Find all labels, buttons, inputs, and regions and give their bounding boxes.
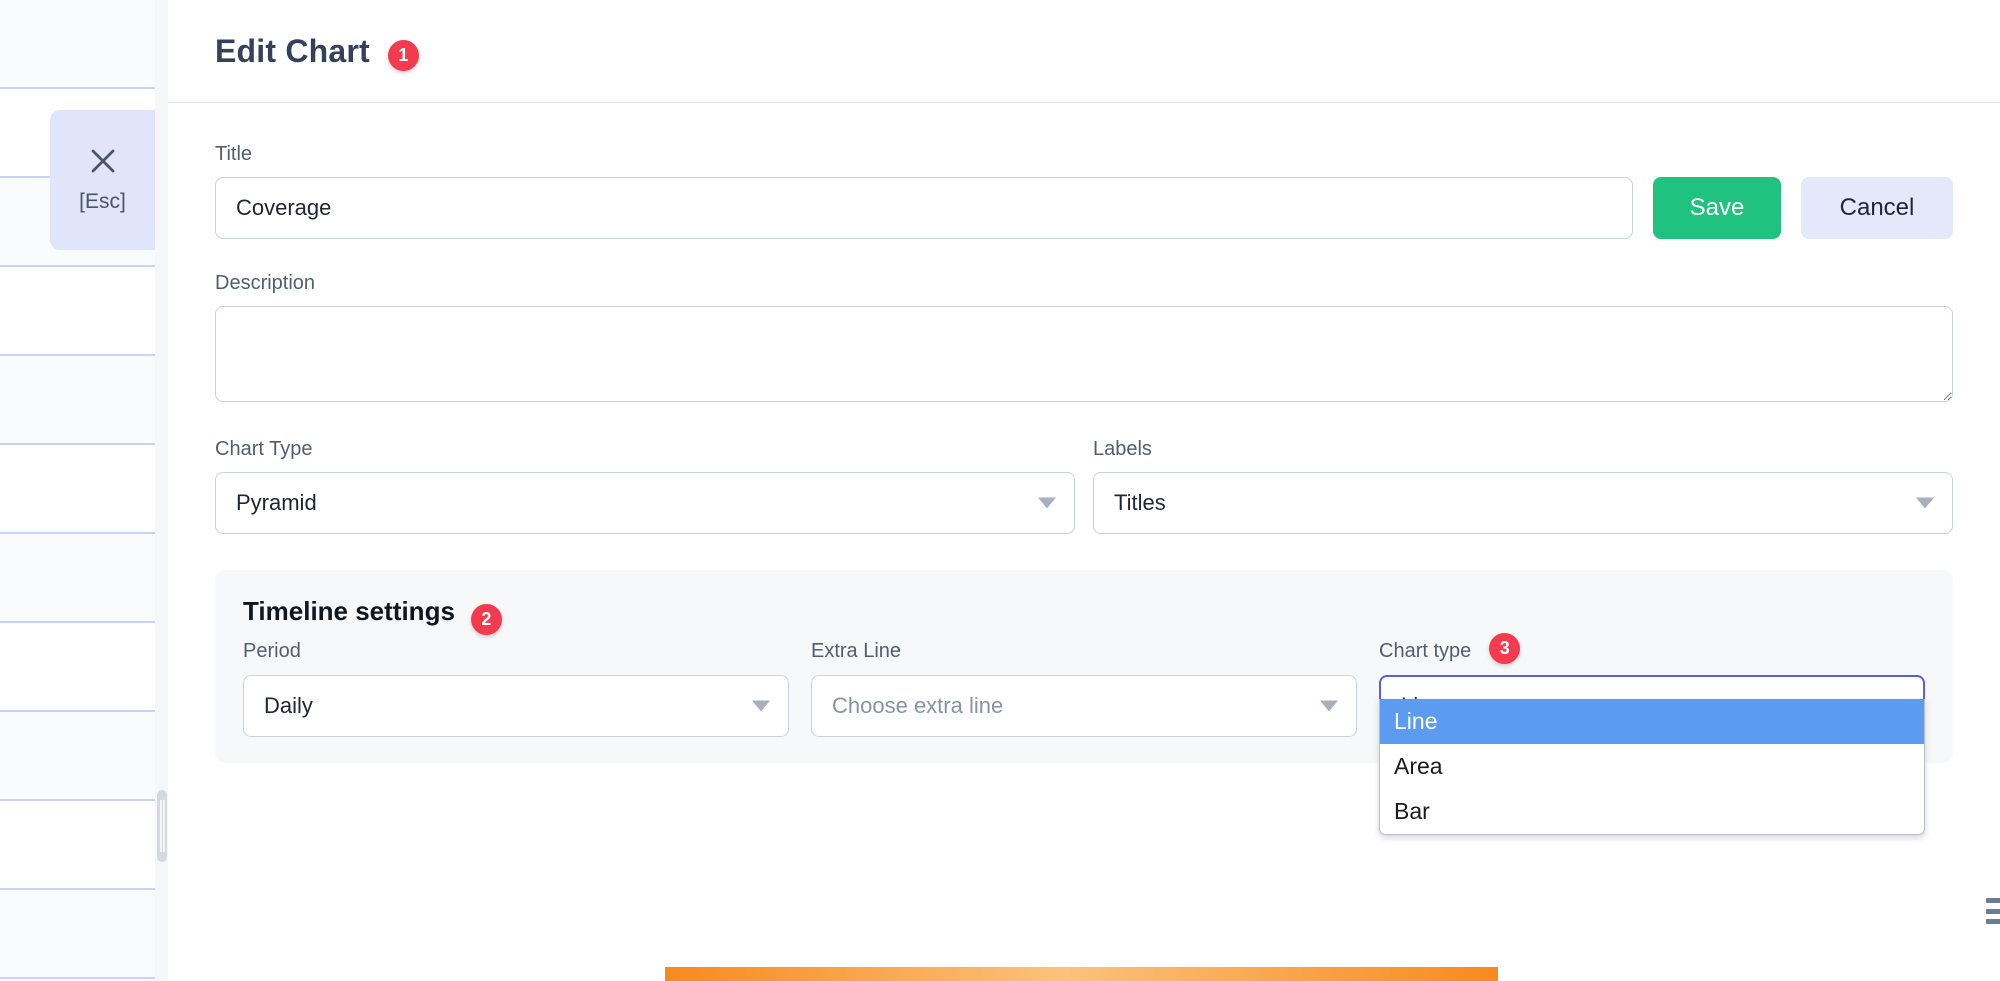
timeline-settings-panel: Timeline settings 2 Period Daily Extra L… — [215, 570, 1953, 835]
description-label: Description — [215, 272, 316, 294]
chevron-down-icon — [752, 700, 770, 712]
table-row — [0, 356, 160, 445]
timeline-chart-type-dropdown: Line Area Bar — [1379, 699, 1925, 835]
table-row — [0, 534, 160, 623]
timeline-chart-type-label: Chart type — [1379, 639, 1472, 662]
chevron-down-icon — [1916, 497, 1934, 509]
chart-type-and-labels-row: Chart Type Pyramid Labels Titles — [215, 438, 1953, 534]
period-select[interactable]: Daily — [243, 675, 789, 737]
page-title: Edit Chart — [215, 32, 370, 69]
timeline-settings-header: Timeline settings 2 — [243, 596, 1925, 635]
table-row — [0, 267, 160, 356]
extra-line-label-row: Extra Line — [811, 637, 1357, 665]
app-root: [Esc] Edit Chart 1 Title Save Cancel — [0, 0, 2000, 981]
title-input[interactable] — [215, 177, 1633, 239]
timeline-chart-type-label-row: Chart type 3 — [1379, 632, 1925, 665]
period-label: Period — [243, 639, 301, 662]
dropdown-option-line[interactable]: Line — [1380, 699, 1924, 744]
title-row: Save Cancel — [215, 177, 1953, 239]
table-row — [0, 623, 160, 712]
menu-icon[interactable] — [1986, 898, 2000, 924]
extra-line-select[interactable]: Choose extra line — [811, 675, 1357, 737]
title-label: Title — [215, 143, 253, 165]
modal-body: Title Save Cancel Description Chart Type — [168, 103, 2000, 835]
title-field-group: Title Save Cancel — [215, 143, 1953, 239]
labels-field-group: Labels Titles — [1093, 438, 1953, 534]
menu-icon-bar — [1986, 898, 2000, 903]
chevron-down-icon — [1038, 497, 1056, 509]
menu-icon-bar — [1986, 908, 2000, 914]
esc-label: [Esc] — [79, 190, 126, 213]
extra-line-field-group: Extra Line Choose extra line — [811, 637, 1357, 737]
extra-line-placeholder: Choose extra line — [832, 693, 1004, 718]
chart-type-value: Pyramid — [236, 490, 317, 515]
period-label-row: Period — [243, 637, 789, 665]
description-field-group: Description — [215, 272, 1953, 402]
chart-type-label: Chart Type — [215, 438, 313, 460]
period-field-group: Period Daily — [243, 637, 789, 737]
chart-type-select[interactable]: Pyramid — [215, 472, 1075, 534]
table-row — [0, 801, 160, 890]
extra-line-label: Extra Line — [811, 639, 902, 662]
chevron-down-icon — [1320, 700, 1338, 712]
chart-type-field-group: Chart Type Pyramid — [215, 438, 1075, 534]
modal-header: Edit Chart 1 — [168, 0, 2000, 103]
dropdown-option-area[interactable]: Area — [1380, 744, 1924, 789]
annotation-badge-2: 2 — [470, 604, 502, 635]
labels-select[interactable]: Titles — [1093, 472, 1953, 534]
labels-label: Labels — [1093, 438, 1152, 460]
table-row — [0, 712, 160, 801]
save-button[interactable]: Save — [1653, 177, 1781, 239]
description-textarea[interactable] — [215, 306, 1953, 402]
cancel-button[interactable]: Cancel — [1801, 177, 1953, 239]
dropdown-option-bar[interactable]: Bar — [1380, 789, 1924, 834]
menu-icon-bar — [1986, 919, 2000, 924]
timeline-fields-row: Period Daily Extra Line Choose extra lin… — [243, 632, 1925, 835]
close-icon — [91, 149, 114, 173]
period-value: Daily — [264, 693, 313, 718]
edit-chart-modal: Edit Chart 1 Title Save Cancel Descripti… — [168, 0, 2000, 981]
table-row — [0, 445, 160, 534]
labels-value: Titles — [1114, 490, 1166, 515]
annotation-badge-3: 3 — [1489, 632, 1521, 664]
progress-bar — [665, 967, 1498, 981]
page-scrollbar-thumb[interactable] — [157, 790, 167, 862]
table-row — [0, 0, 160, 89]
close-modal-button[interactable]: [Esc] — [50, 110, 155, 250]
timeline-chart-type-field-group: Chart type 3 Line Line Area Bar — [1379, 632, 1925, 835]
table-row — [0, 890, 160, 979]
annotation-badge-1: 1 — [387, 39, 419, 71]
timeline-settings-title: Timeline settings — [243, 596, 455, 626]
